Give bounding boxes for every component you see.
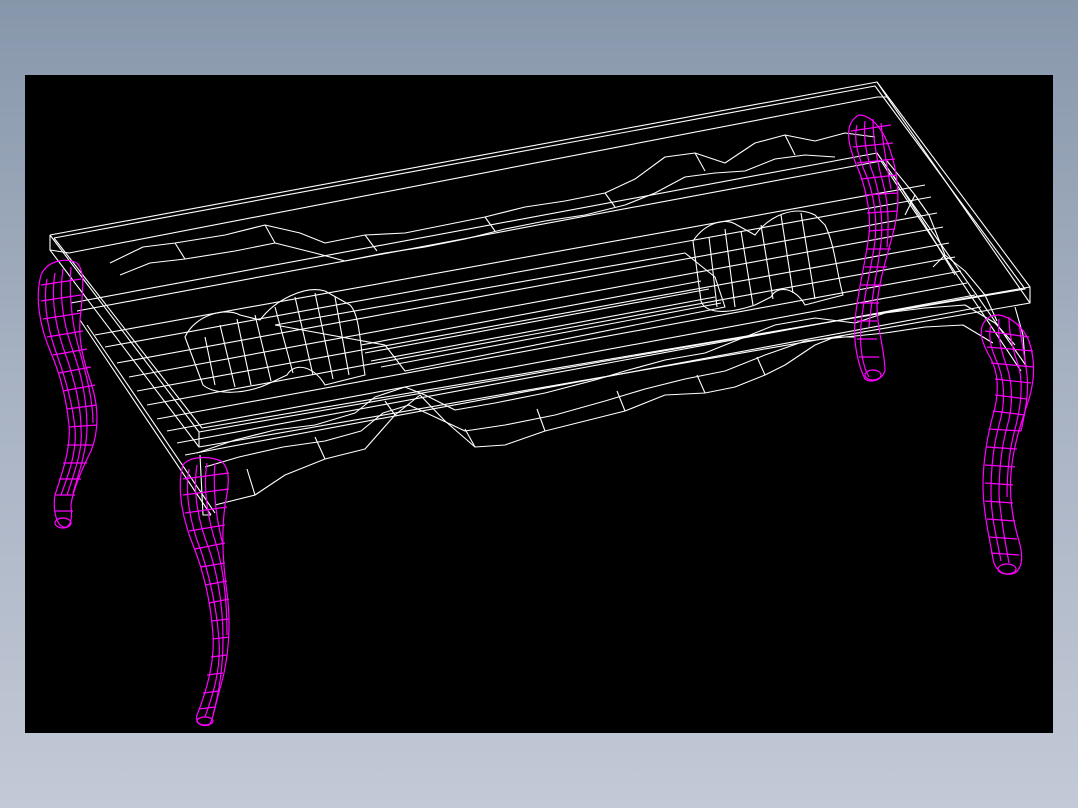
tabletop-wireframe xyxy=(49,81,1031,516)
apron-back-carving xyxy=(109,132,876,264)
leg-front-right xyxy=(980,314,1035,575)
cad-viewport[interactable] xyxy=(25,75,1053,733)
table-wireframe-drawing xyxy=(37,81,1035,727)
leg-back-right xyxy=(847,114,899,382)
table-legs xyxy=(37,114,1035,727)
